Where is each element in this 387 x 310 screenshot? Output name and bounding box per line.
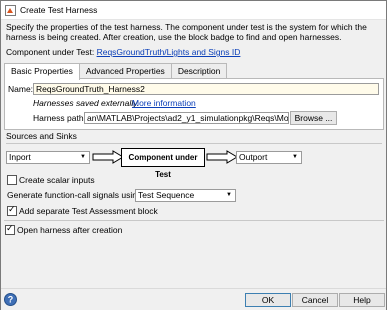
- test-assessment-checkbox[interactable]: [7, 204, 17, 216]
- function-call-value: Test Sequence: [138, 190, 195, 200]
- ok-button[interactable]: OK: [245, 293, 291, 307]
- component-under-test-link[interactable]: ReqsGroundTruth/Lights and Signs ID: [97, 47, 241, 57]
- source-dropdown[interactable]: Inport ▼: [6, 151, 90, 164]
- cancel-button[interactable]: Cancel: [292, 293, 338, 307]
- create-test-harness-dialog: Create Test Harness Specify the properti…: [0, 0, 387, 310]
- function-call-label: Generate function-call signals using:: [7, 190, 145, 200]
- saved-externally-text: Harnesses saved externally.: [33, 98, 140, 108]
- dialog-description: Specify the properties of the test harne…: [6, 22, 367, 42]
- source-value: Inport: [9, 152, 31, 162]
- basic-properties-panel: Name: ReqsGroundTruth_Harness2 Harnesses…: [4, 78, 384, 130]
- title-bar: Create Test Harness: [1, 1, 386, 20]
- more-information-link[interactable]: More information: [132, 98, 196, 108]
- test-assessment-label: Add separate Test Assessment block: [19, 206, 158, 216]
- section-divider: [6, 143, 382, 144]
- harness-name-field[interactable]: ReqsGroundTruth_Harness2: [33, 83, 379, 95]
- output-arrow-icon: [206, 150, 238, 164]
- create-scalar-label: Create scalar inputs: [19, 175, 95, 185]
- svg-text:?: ?: [8, 295, 14, 305]
- sink-value: Outport: [239, 152, 268, 162]
- tab-basic-properties[interactable]: Basic Properties: [4, 63, 80, 80]
- component-under-test-label: Component under Test:: [6, 47, 95, 57]
- tab-description[interactable]: Description: [170, 63, 228, 79]
- function-call-dropdown[interactable]: Test Sequence ▼: [135, 189, 236, 202]
- harness-path-field[interactable]: an\MATLAB\Projects\ad2_y1_simulationpkg\…: [84, 112, 289, 124]
- tab-advanced-properties[interactable]: Advanced Properties: [78, 63, 172, 79]
- chevron-down-icon: ▼: [226, 192, 232, 198]
- harness-path-label: Harness path:: [33, 113, 86, 123]
- sources-sinks-heading: Sources and Sinks: [6, 131, 77, 141]
- section-divider: [4, 220, 384, 221]
- chevron-down-icon: ▼: [80, 154, 86, 160]
- component-under-test-row: Component under Test: ReqsGroundTruth/Li…: [6, 47, 240, 57]
- browse-button[interactable]: Browse ...: [290, 111, 337, 125]
- help-button[interactable]: Help: [339, 293, 385, 307]
- name-label: Name:: [8, 84, 34, 94]
- sink-dropdown[interactable]: Outport ▼: [236, 151, 302, 164]
- matlab-app-icon: [5, 4, 16, 16]
- create-scalar-checkbox[interactable]: [7, 175, 17, 185]
- component-under-test-block: Component under Test: [121, 148, 205, 179]
- help-icon[interactable]: ?: [4, 293, 17, 306]
- dialog-footer: ? OK Cancel Help: [1, 288, 386, 310]
- input-arrow-icon: [92, 150, 124, 164]
- open-after-creation-checkbox[interactable]: [5, 223, 15, 235]
- window-title: Create Test Harness: [20, 5, 98, 15]
- chevron-down-icon: ▼: [292, 154, 298, 160]
- open-after-creation-label: Open harness after creation: [17, 225, 123, 235]
